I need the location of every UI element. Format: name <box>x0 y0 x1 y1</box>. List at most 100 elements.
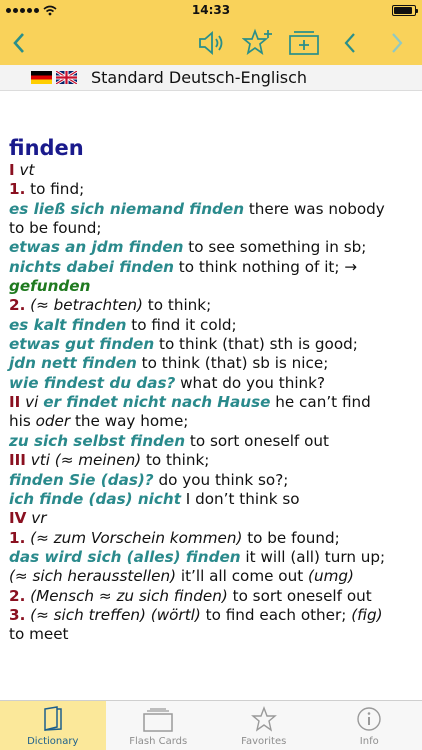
add-favorite-button[interactable] <box>241 26 275 60</box>
entry-line: 1. to find; <box>9 180 415 199</box>
translation-text: do you think so?; <box>153 470 289 489</box>
info-icon <box>357 707 381 731</box>
entry-line: (≈ sich herausstellen) it’ll all come ou… <box>9 567 415 586</box>
entry-line: to be found; <box>9 219 415 238</box>
example-phrase: ich finde (das) nicht <box>9 489 181 508</box>
tab-favorites[interactable]: Favorites <box>211 701 317 750</box>
entry-line: 2. (Mensch ≈ zu sich finden) to sort one… <box>9 587 415 606</box>
entry-line: es kalt finden to find it cold; <box>9 316 415 335</box>
speak-button[interactable] <box>195 26 229 60</box>
tab-bar: Dictionary Flash Cards Favorites Info <box>0 700 422 750</box>
german-flag-icon <box>31 71 52 84</box>
gloss-note: (≈ zum Vorschein kommen) <box>25 528 243 547</box>
entry-line: I vt <box>9 161 415 180</box>
translation-text: it’ll all come out <box>176 567 309 586</box>
part-of-speech-numeral: II <box>9 393 21 412</box>
entry-line: IV vr <box>9 509 415 528</box>
translation-text: what do you think? <box>175 373 326 392</box>
example-phrase: zu sich selbst finden <box>9 431 186 450</box>
gloss-note: (≈ meinen) <box>49 451 142 470</box>
sense-number: 1. <box>9 528 26 547</box>
gloss-note: (umg) <box>308 567 354 586</box>
uk-flag-icon <box>56 71 77 84</box>
entry-line: nichts dabei finden to think nothing of … <box>9 258 415 277</box>
tab-label: Favorites <box>241 736 287 747</box>
card-add-icon <box>289 31 319 55</box>
translation-text: to sort oneself out <box>227 586 372 605</box>
example-phrase: wie findest du das? <box>9 373 176 392</box>
example-phrase: das wird sich (alles) finden <box>9 547 241 566</box>
translation-text: he can’t find <box>270 393 371 412</box>
sense-number: 2. <box>9 586 26 605</box>
entry-body: I vt 1. to find; es ließ sich niemand find… <box>9 161 415 645</box>
gloss-note: (≈ sich treffen) (wörtl) <box>25 605 201 624</box>
battery-icon <box>392 4 418 16</box>
gloss-note: (≈ betrachten) <box>25 296 143 315</box>
entry-line: his oder the way home; <box>9 412 415 431</box>
example-phrase: er findet nicht nach Hause <box>43 393 271 412</box>
entry-line: jdn nett finden to think (that) sb is ni… <box>9 354 415 373</box>
headword: finden <box>9 136 84 160</box>
translation-text: to be found; <box>9 219 102 238</box>
translation-text: the way home; <box>70 412 189 431</box>
translation-text: to find it cold; <box>126 315 237 334</box>
back-button[interactable] <box>2 26 36 60</box>
entry-line: wie findest du das? what do you think? <box>9 374 415 393</box>
grammar-label: vt <box>14 161 35 179</box>
tab-flash-cards[interactable]: Flash Cards <box>106 701 212 750</box>
example-phrase: jdn nett finden <box>9 354 137 373</box>
gloss-note: (fig) <box>351 605 383 624</box>
dictionary-title: Standard Deutsch-Englisch <box>91 68 308 87</box>
status-time: 14:33 <box>191 3 231 17</box>
entry-line: etwas gut finden to think (that) sth is … <box>9 335 415 354</box>
tab-dictionary[interactable]: Dictionary <box>0 701 106 750</box>
entry-line: ich finde (das) nicht I don’t think so <box>9 490 415 509</box>
entry-line: finden Sie (das)? do you think so?; <box>9 471 415 490</box>
entry-line: es ließ sich niemand finden there was no… <box>9 200 415 219</box>
language-bar: Standard Deutsch-Englisch <box>0 65 422 91</box>
cards-icon <box>143 708 173 732</box>
translation-text: I don’t think so <box>180 489 300 508</box>
part-of-speech-numeral: IV <box>9 509 27 528</box>
nav-bar <box>0 20 422 65</box>
entry-line: zu sich selbst finden to sort oneself ou… <box>9 432 415 451</box>
example-phrase: es kalt finden <box>9 315 127 334</box>
chevron-right-icon <box>392 33 403 53</box>
gloss-note: oder <box>35 412 71 431</box>
speaker-icon <box>199 31 223 55</box>
translation-text: his <box>9 412 36 431</box>
translation-text: to think (that) sb is nice; <box>136 354 329 373</box>
entry-line: II vi er findet nicht nach Hause he can’… <box>9 393 415 412</box>
star-plus-icon <box>242 28 272 55</box>
translation-text: to find each other; <box>200 605 352 624</box>
translation-text: to think nothing of it; → <box>173 257 358 276</box>
translation-text: to see something in sb; <box>183 238 367 257</box>
tab-info[interactable]: Info <box>317 701 422 750</box>
gloss-note: (≈ sich herausstellen) <box>9 567 177 586</box>
grammar-label: vti <box>25 451 50 470</box>
translation-text: to think; <box>142 296 212 315</box>
part-of-speech-numeral: III <box>9 451 26 470</box>
gloss-note: (Mensch ≈ zu sich finden) <box>25 586 228 605</box>
entry-line: III vti (≈ meinen) to think; <box>9 451 415 470</box>
translation-text: there was nobody <box>244 199 385 218</box>
entry-line: etwas an jdm finden to see something in … <box>9 238 415 257</box>
translation-text: to meet <box>9 625 69 644</box>
cross-reference[interactable]: gefunden <box>9 277 90 295</box>
example-phrase: etwas an jdm finden <box>9 238 184 257</box>
next-entry-button[interactable] <box>380 26 414 60</box>
add-flashcard-button[interactable] <box>287 26 321 60</box>
translation-text: to be found; <box>242 528 340 547</box>
sense-number: 2. <box>9 296 26 315</box>
previous-entry-button[interactable] <box>333 26 367 60</box>
entry-line: gefunden <box>9 277 415 296</box>
status-bar: 14:33 <box>0 0 422 20</box>
entry-line: to meet <box>9 625 415 644</box>
grammar-label: vi <box>20 393 39 412</box>
chevron-left-icon <box>13 33 24 53</box>
entry-line: 2. (≈ betrachten) to think; <box>9 296 415 315</box>
tab-label: Flash Cards <box>129 736 188 747</box>
example-phrase: finden Sie (das)? <box>9 470 154 489</box>
example-phrase: es ließ sich niemand finden <box>9 199 245 218</box>
entry-line: 3. (≈ sich treffen) (wörtl) to find each… <box>9 606 415 625</box>
